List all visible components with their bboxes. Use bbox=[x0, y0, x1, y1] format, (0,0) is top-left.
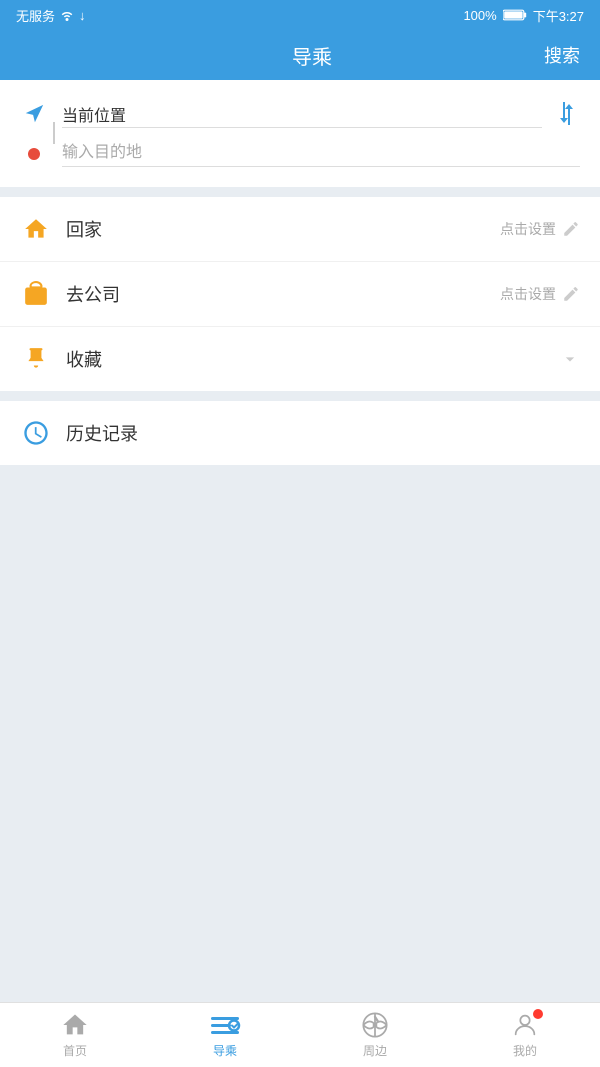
status-right: 100% 下午3:27 bbox=[463, 6, 584, 25]
tab-nearby[interactable]: 周边 bbox=[300, 1003, 450, 1067]
pin-icon bbox=[20, 343, 52, 375]
section-divider-1 bbox=[0, 187, 600, 197]
battery-text: 100% bbox=[463, 8, 496, 23]
clock-icon bbox=[20, 417, 52, 449]
chevron-down-icon bbox=[560, 349, 580, 369]
guide-tab-icon bbox=[209, 1011, 241, 1039]
profile-badge bbox=[533, 1009, 543, 1019]
quick-access-list: 回家 点击设置 去公司 点击设置 bbox=[0, 197, 600, 391]
tab-profile[interactable]: 我的 bbox=[450, 1003, 600, 1067]
tab-nearby-icon-wrap bbox=[361, 1011, 389, 1039]
work-action[interactable]: 点击设置 bbox=[500, 284, 580, 304]
home-action[interactable]: 点击设置 bbox=[500, 219, 580, 239]
work-label: 去公司 bbox=[66, 281, 500, 307]
home-pencil-icon bbox=[562, 220, 580, 238]
destination-row[interactable] bbox=[20, 134, 580, 173]
status-bar: 无服务 ↓ 100% 下午3:27 bbox=[0, 0, 600, 30]
tab-home-label: 首页 bbox=[63, 1042, 87, 1059]
home-quick-item[interactable]: 回家 点击设置 bbox=[0, 197, 600, 262]
no-service-text: 无服务 bbox=[16, 6, 55, 25]
nearby-tab-icon bbox=[361, 1011, 389, 1039]
wifi-icon bbox=[59, 9, 75, 21]
tab-guide[interactable]: 导乘 bbox=[150, 1003, 300, 1067]
work-icon bbox=[20, 278, 52, 310]
tab-home[interactable]: 首页 bbox=[0, 1003, 150, 1067]
home-action-label: 点击设置 bbox=[500, 219, 556, 239]
swap-button[interactable] bbox=[556, 100, 580, 128]
battery-icon bbox=[503, 9, 527, 21]
tab-nearby-label: 周边 bbox=[363, 1042, 387, 1059]
search-button[interactable]: 搜索 bbox=[544, 42, 580, 68]
work-pencil-icon bbox=[562, 285, 580, 303]
section-divider-2 bbox=[0, 391, 600, 401]
home-icon bbox=[20, 213, 52, 245]
tab-guide-icon-wrap bbox=[209, 1011, 241, 1039]
history-item[interactable]: 历史记录 bbox=[0, 401, 600, 465]
signal-icon: ↓ bbox=[79, 8, 86, 23]
home-tab-icon bbox=[61, 1011, 89, 1039]
work-quick-item[interactable]: 去公司 点击设置 bbox=[0, 262, 600, 327]
tab-profile-label: 我的 bbox=[513, 1042, 537, 1059]
favorites-chevron[interactable] bbox=[560, 349, 580, 369]
home-label: 回家 bbox=[66, 216, 500, 242]
destination-dot-icon bbox=[20, 148, 48, 160]
tab-home-icon-wrap bbox=[61, 1011, 89, 1039]
destination-input[interactable] bbox=[62, 140, 580, 167]
current-location-row[interactable] bbox=[20, 94, 580, 134]
tab-profile-icon-wrap bbox=[511, 1011, 539, 1039]
status-left: 无服务 ↓ bbox=[16, 6, 86, 25]
main-content-area bbox=[0, 465, 600, 1002]
tab-bar: 首页 导乘 周边 bbox=[0, 1002, 600, 1067]
search-section bbox=[0, 80, 600, 187]
time-text: 下午3:27 bbox=[533, 6, 584, 25]
favorites-label: 收藏 bbox=[66, 346, 560, 372]
history-section[interactable]: 历史记录 bbox=[0, 401, 600, 465]
page-title: 导乘 bbox=[292, 41, 332, 70]
tab-guide-label: 导乘 bbox=[213, 1042, 237, 1059]
history-label: 历史记录 bbox=[66, 420, 580, 446]
location-arrow-icon bbox=[20, 103, 48, 125]
current-location-input[interactable] bbox=[62, 101, 542, 128]
top-nav: 导乘 搜索 bbox=[0, 30, 600, 80]
favorites-item[interactable]: 收藏 bbox=[0, 327, 600, 391]
work-action-label: 点击设置 bbox=[500, 284, 556, 304]
